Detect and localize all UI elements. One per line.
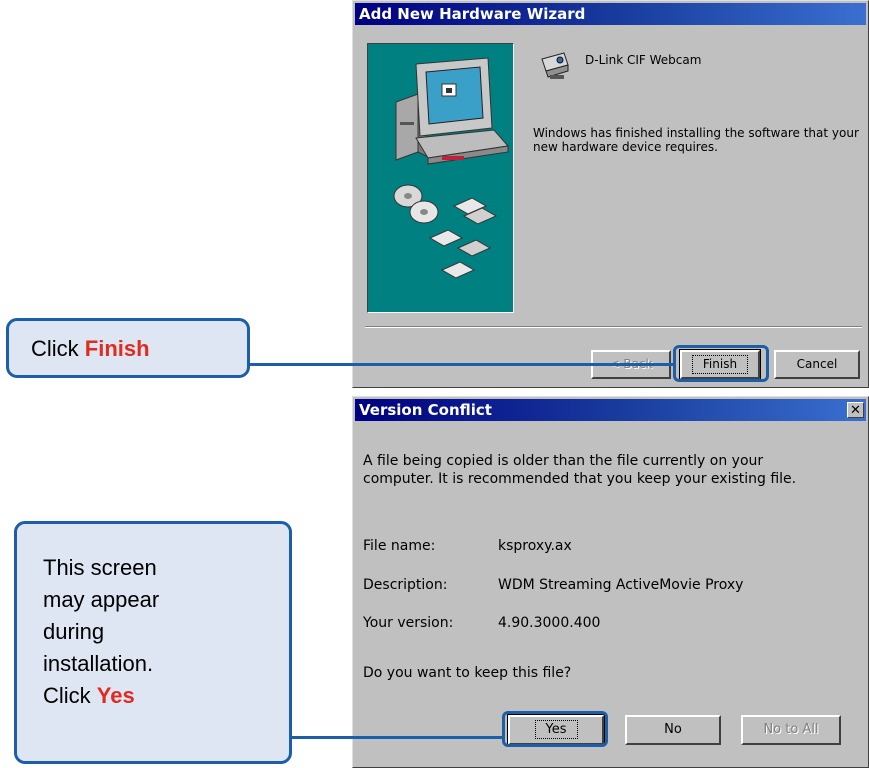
add-hardware-wizard-window: Add New Hardware Wizard D-Link CIF Webca…: [352, 0, 869, 388]
click-yes-text: This screen may appear during installati…: [43, 555, 160, 708]
wizard-illustration-panel: [367, 43, 514, 313]
yes-highlight: [502, 711, 608, 747]
version-conflict-dialog: Version Conflict ✕ A file being copied i…: [352, 396, 869, 768]
description-value: WDM Streaming ActiveMovie Proxy: [498, 577, 744, 593]
file-name-value: ksproxy.ax: [498, 538, 572, 554]
cancel-button[interactable]: Cancel: [774, 350, 860, 379]
device-name: D-Link CIF Webcam: [585, 53, 702, 67]
click-finish-text: Click Finish: [31, 336, 150, 361]
your-version-value: 4.90.3000.400: [498, 615, 601, 631]
your-version-label: Your version:: [363, 615, 454, 631]
yes-connector-line: [292, 736, 504, 739]
conflict-message: A file being copied is older than the fi…: [363, 453, 797, 487]
wizard-title: Add New Hardware Wizard: [359, 5, 586, 23]
no-button[interactable]: No: [625, 715, 721, 745]
finish-connector-line: [249, 363, 674, 366]
keep-file-question: Do you want to keep this file?: [363, 665, 572, 681]
click-yes-callout: This screen may appear during installati…: [14, 521, 292, 764]
conflict-title-bar[interactable]: Version Conflict ✕: [355, 399, 866, 421]
file-name-label: File name:: [363, 538, 436, 554]
wizard-title-bar[interactable]: Add New Hardware Wizard: [355, 3, 866, 25]
finish-highlight: [673, 345, 769, 382]
click-finish-callout: Click Finish: [6, 318, 250, 378]
webcam-icon: [538, 49, 574, 83]
wizard-message: Windows has finished installing the soft…: [533, 126, 859, 154]
close-icon[interactable]: ✕: [847, 402, 864, 418]
description-label: Description:: [363, 577, 448, 593]
wizard-separator: [365, 326, 862, 328]
no-to-all-button: No to All: [741, 715, 841, 745]
conflict-title: Version Conflict: [359, 401, 492, 419]
computer-with-disks-illustration: [393, 57, 509, 279]
